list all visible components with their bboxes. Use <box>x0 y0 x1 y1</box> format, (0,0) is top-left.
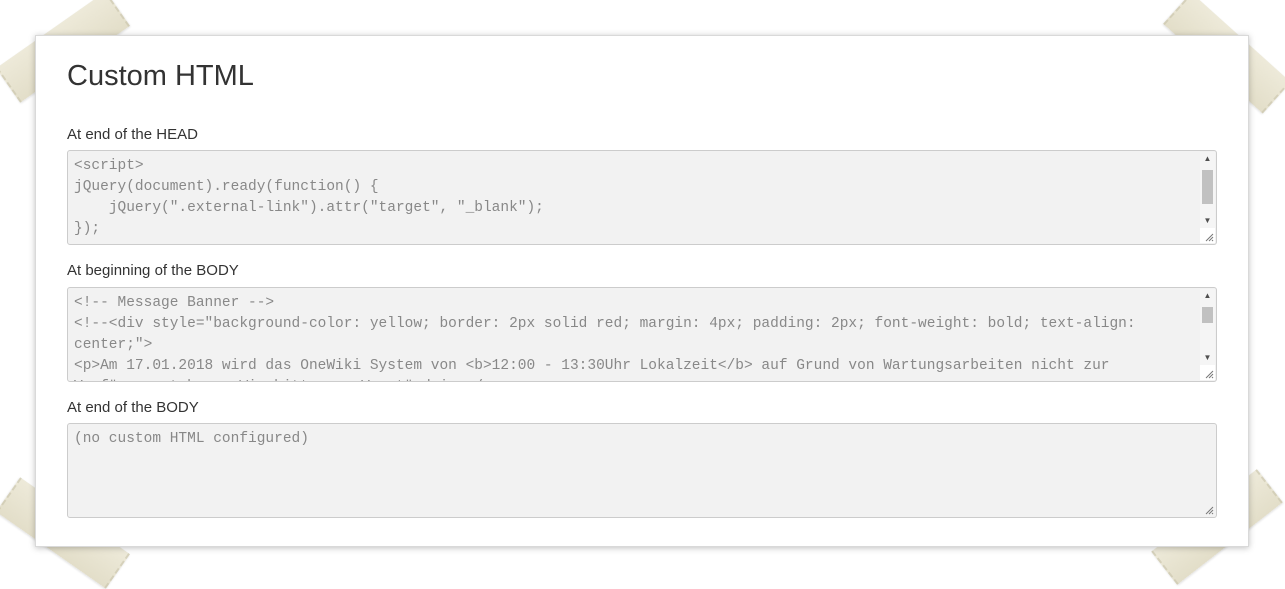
resize-grip-icon[interactable] <box>1200 228 1215 243</box>
body-begin-scrollbar[interactable]: ▲ ▼ <box>1200 289 1215 365</box>
head-end-label: At end of the HEAD <box>67 126 198 143</box>
scroll-up-arrow-icon[interactable]: ▲ <box>1200 152 1215 166</box>
body-end-textarea[interactable]: (no custom HTML configured) <box>67 423 1217 518</box>
scroll-down-arrow-icon[interactable]: ▼ <box>1200 351 1215 365</box>
head-end-scrollbar[interactable]: ▲ ▼ <box>1200 152 1215 228</box>
body-end-textarea-content: (no custom HTML configured) <box>74 431 309 447</box>
head-end-textarea[interactable]: <script> jQuery(document).ready(function… <box>67 150 1217 245</box>
head-end-scroll-thumb[interactable] <box>1202 170 1213 204</box>
resize-grip-icon[interactable] <box>1200 365 1215 380</box>
resize-grip-icon[interactable] <box>1200 501 1215 516</box>
custom-html-panel: Custom HTML At end of the HEAD <script> … <box>35 35 1249 547</box>
body-begin-scroll-thumb[interactable] <box>1202 307 1213 323</box>
page-title: Custom HTML <box>67 60 254 92</box>
body-begin-label: At beginning of the BODY <box>67 262 239 279</box>
scroll-up-arrow-icon[interactable]: ▲ <box>1200 289 1215 303</box>
body-end-label: At end of the BODY <box>67 399 199 416</box>
body-begin-textarea-content: <!-- Message Banner --> <!--<div style="… <box>74 295 1136 381</box>
body-begin-textarea[interactable]: <!-- Message Banner --> <!--<div style="… <box>67 287 1217 382</box>
scroll-down-arrow-icon[interactable]: ▼ <box>1200 214 1215 228</box>
head-end-textarea-content: <script> jQuery(document).ready(function… <box>74 158 544 237</box>
